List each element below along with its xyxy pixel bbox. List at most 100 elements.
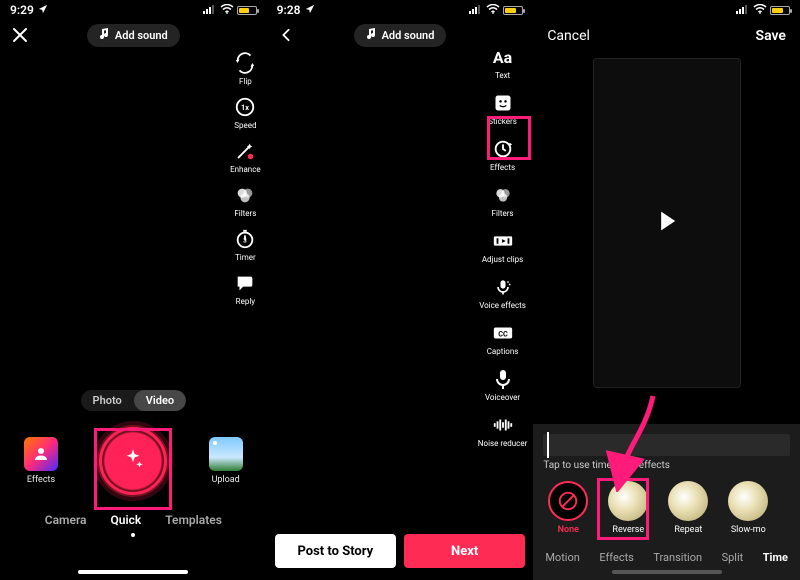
nav-row: Add sound	[0, 20, 267, 50]
none-icon	[548, 481, 588, 521]
location-icon	[305, 3, 315, 17]
tool-timer[interactable]: 3 Timer	[232, 226, 258, 262]
upload-button[interactable]: Upload	[209, 437, 243, 485]
status-time: 9:29	[10, 3, 34, 17]
mode-toggle[interactable]: Photo Video	[81, 390, 187, 411]
battery-icon	[237, 6, 257, 15]
wifi-icon	[220, 4, 234, 17]
wifi-icon	[753, 4, 767, 17]
captions-icon: CC	[490, 320, 516, 346]
signal-icon	[203, 4, 217, 17]
signal-icon	[469, 4, 483, 17]
svg-text:CC: CC	[498, 330, 508, 339]
effects-category-tabs[interactable]: Motion Effects Transition Split Time	[543, 547, 790, 564]
status-bar: 9:28	[267, 0, 534, 20]
post-bar: Post to Story Next	[267, 530, 534, 580]
record-button[interactable]	[97, 425, 169, 497]
svg-text:1x: 1x	[241, 103, 249, 112]
screen-record: 9:29 Add sound	[0, 0, 267, 580]
time-effects-row: None Reverse Repeat Slow-mo	[543, 477, 790, 543]
side-tool-rail: Aa Text Stickers Effects Filters Adjus	[478, 44, 528, 448]
add-sound-button[interactable]: Add sound	[354, 24, 447, 47]
effects-panel: Tap to use time warp effects None Revers…	[533, 424, 800, 580]
effect-repeat[interactable]: Repeat	[665, 481, 711, 535]
signal-icon	[736, 4, 750, 17]
cancel-button[interactable]: Cancel	[547, 28, 590, 44]
svg-text:3: 3	[244, 237, 248, 245]
slowmo-thumb	[728, 481, 768, 521]
upload-icon	[209, 437, 243, 471]
side-tool-rail: Flip 1x Speed Enhance Filters 3 Timer	[230, 50, 261, 306]
add-sound-label: Add sound	[115, 29, 168, 42]
effect-none[interactable]: None	[545, 481, 591, 535]
tool-effects[interactable]: Effects	[490, 136, 516, 172]
post-to-story-button[interactable]: Post to Story	[275, 534, 396, 568]
tool-stickers[interactable]: Stickers	[488, 90, 517, 126]
effects-hint: Tap to use time warp effects	[543, 460, 790, 471]
tool-reply[interactable]: Reply	[232, 270, 258, 306]
tool-flip[interactable]: Flip	[232, 50, 258, 86]
flip-icon	[232, 50, 258, 76]
timeline-cursor[interactable]	[547, 432, 549, 458]
next-button[interactable]: Next	[404, 534, 525, 568]
effects-button[interactable]: Effects	[24, 437, 58, 485]
close-button[interactable]	[12, 27, 28, 43]
tab-camera[interactable]: Camera	[45, 513, 87, 527]
mode-photo[interactable]: Photo	[81, 390, 134, 411]
status-time: 9:28	[277, 3, 301, 17]
tab-effects[interactable]: Effects	[599, 551, 634, 564]
editor-header: Cancel Save	[533, 20, 800, 52]
effects-clock-icon	[490, 136, 516, 162]
tool-voiceover[interactable]: Voiceover	[485, 366, 520, 402]
speed-icon: 1x	[232, 94, 258, 120]
adjust-clips-icon	[490, 228, 516, 254]
stickers-icon	[490, 90, 516, 116]
effect-slowmo[interactable]: Slow-mo	[725, 481, 771, 535]
home-indicator	[78, 570, 188, 574]
tool-noise-reducer[interactable]: Noise reducer	[478, 412, 528, 448]
noise-reducer-icon	[490, 412, 516, 438]
text-icon: Aa	[490, 44, 516, 70]
enhance-icon	[232, 138, 258, 164]
effect-reverse[interactable]: Reverse	[605, 481, 651, 535]
mode-video[interactable]: Video	[134, 390, 186, 411]
home-indicator	[612, 570, 722, 574]
save-button[interactable]: Save	[756, 28, 786, 44]
add-sound-label: Add sound	[382, 29, 435, 42]
tool-speed[interactable]: 1x Speed	[232, 94, 258, 130]
capture-controls: Photo Video Effects Upload	[0, 390, 267, 580]
tab-indicator	[131, 533, 135, 537]
tab-quick[interactable]: Quick	[111, 513, 142, 527]
filters-icon	[232, 182, 258, 208]
video-preview[interactable]	[593, 58, 741, 388]
tool-filters[interactable]: Filters	[490, 182, 516, 218]
tool-captions[interactable]: CC Captions	[487, 320, 519, 356]
tool-voice-effects[interactable]: Voice effects	[479, 274, 526, 310]
timeline[interactable]	[543, 434, 790, 456]
effects-icon	[24, 437, 58, 471]
back-button[interactable]	[279, 28, 293, 42]
battery-icon	[503, 6, 523, 15]
tab-transition[interactable]: Transition	[653, 551, 702, 564]
repeat-thumb	[668, 481, 708, 521]
tab-motion[interactable]: Motion	[545, 551, 580, 564]
reverse-thumb	[608, 481, 648, 521]
timer-icon: 3	[232, 226, 258, 252]
filters-icon	[490, 182, 516, 208]
add-sound-button[interactable]: Add sound	[87, 24, 180, 47]
play-icon[interactable]	[653, 207, 681, 239]
tool-filters[interactable]: Filters	[232, 182, 258, 218]
bottom-tabs[interactable]: Camera Quick Templates	[45, 513, 222, 527]
tool-adjust-clips[interactable]: Adjust clips	[482, 228, 523, 264]
tool-enhance[interactable]: Enhance	[230, 138, 261, 174]
sparkle-icon	[120, 446, 146, 476]
screen-edit: 9:28 Add sound Aa	[267, 0, 534, 580]
tab-time[interactable]: Time	[763, 551, 788, 564]
tool-text[interactable]: Aa Text	[490, 44, 516, 80]
location-icon	[38, 3, 48, 17]
battery-icon	[770, 6, 790, 15]
tab-split[interactable]: Split	[722, 551, 744, 564]
tab-templates[interactable]: Templates	[165, 513, 222, 527]
status-bar	[533, 0, 800, 20]
reply-icon	[232, 270, 258, 296]
